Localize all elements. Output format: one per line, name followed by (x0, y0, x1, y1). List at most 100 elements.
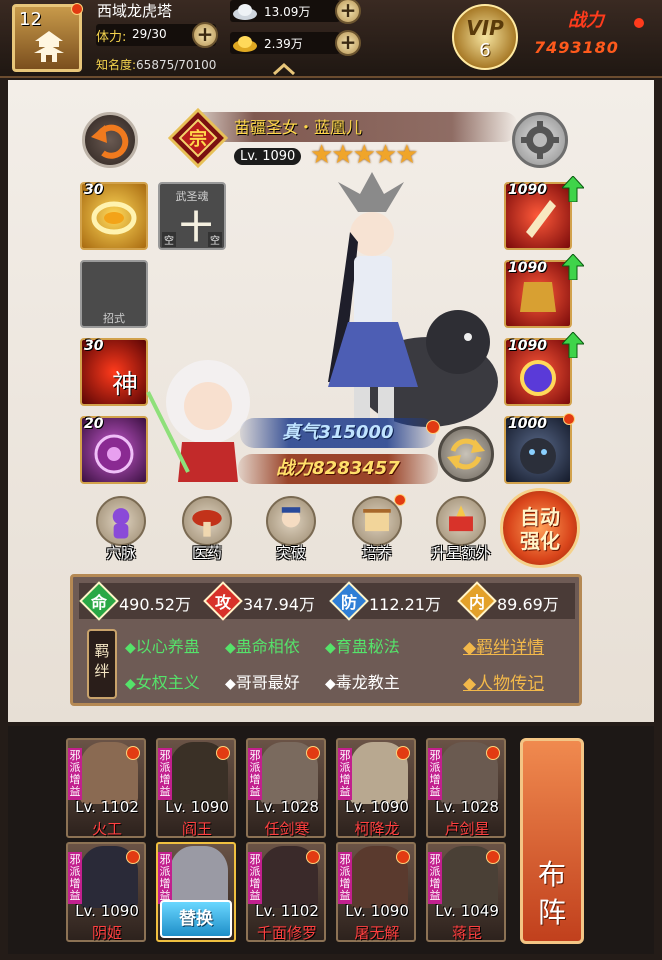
settings-button[interactable] (512, 112, 568, 168)
roster-card[interactable]: 邪派增益 Lv. 1090 柯降龙 (336, 738, 416, 838)
bond-item: ◆以心养蛊 (125, 637, 200, 656)
card-level: Lv. 1102 (75, 798, 139, 816)
add-stamina-button[interactable]: + (192, 22, 218, 48)
roster-card[interactable]: 邪派增益 Lv. 1090 屠无解 (336, 842, 416, 942)
chevron-up-icon[interactable] (272, 62, 296, 76)
roster-card[interactable]: 邪派增益 Lv. 1090 阴姬 (66, 842, 146, 942)
roster-card[interactable]: 邪派增益 Lv. 1102 千面修罗 (246, 842, 326, 942)
bond-item: ◆蛊命相依 (225, 637, 300, 656)
faction-tag: 邪派增益 (68, 852, 82, 904)
hero-stars: ★★★★★ (310, 140, 419, 170)
rank-badge-icon: 宗 (168, 108, 228, 168)
notification-dot (486, 746, 500, 760)
card-level: Lv. 1028 (255, 798, 319, 816)
stat-value: 347.94万 (243, 595, 315, 614)
silver-value: 13.09万 (264, 5, 311, 19)
scholar-icon (266, 496, 316, 546)
player-level-badge[interactable]: 12 (12, 3, 83, 72)
upgrade-arrow-icon (562, 254, 584, 280)
breakthrough-button[interactable]: 突破 (256, 496, 326, 566)
bond-label: 哥哥最好 (235, 673, 300, 692)
bond-details-link[interactable]: ◆羁绊详情 (463, 633, 544, 658)
stat-value: 112.21万 (369, 595, 441, 614)
power-label: 战力 (568, 10, 604, 31)
notification-dot (394, 494, 406, 506)
roster-card[interactable]: 邪派增益 Lv. 1102 火工 (66, 738, 146, 838)
bond-item: ◆育蛊秘法 (325, 637, 400, 656)
notification-dot (396, 850, 410, 864)
bond-label: 女权主义 (135, 673, 200, 692)
upgrade-arrow-icon (562, 332, 584, 358)
notification-dot (426, 420, 440, 434)
faction-tag: 邪派增益 (338, 748, 352, 800)
svg-text:宗: 宗 (189, 128, 207, 150)
card-name: 阴姬 (91, 924, 122, 942)
faction-tag: 邪派增益 (338, 852, 352, 904)
vip-label: VIP (466, 16, 504, 40)
bond-item: ◆女权主义 (125, 673, 200, 692)
faction-tag: 邪派增益 (158, 852, 172, 904)
gold-value: 2.39万 (264, 37, 303, 51)
notification-dot (126, 746, 140, 760)
faction-tag: 邪派增益 (248, 852, 262, 904)
card-name: 蒋昆 (451, 924, 482, 942)
mushroom-icon (182, 496, 232, 546)
medicine-button[interactable]: 医药 (172, 496, 242, 566)
swap-hero-button[interactable] (438, 426, 494, 482)
formation-button[interactable]: 布 阵 (520, 738, 584, 944)
replace-button[interactable]: 替换 (160, 900, 232, 938)
roster-card[interactable]: 邪派增益 Lv. 1028 卢剑星 (426, 738, 506, 838)
card-name: 屠无解 (354, 924, 400, 942)
right-slot-accessory[interactable]: 1090 (504, 332, 584, 406)
total-power: 战力 7493180 (530, 4, 652, 70)
hero-avatar (170, 846, 228, 908)
faction-tag: 邪派增益 (158, 748, 172, 800)
card-name: 柯降龙 (354, 820, 400, 838)
stat-char: 内 (468, 593, 485, 612)
add-silver-button[interactable]: + (335, 0, 361, 24)
gold-ingot-icon (233, 36, 257, 52)
notification-dot (486, 850, 500, 864)
bond-label: 毒龙教主 (335, 673, 400, 692)
back-button[interactable] (82, 112, 138, 168)
action-label: 培养 (361, 544, 392, 562)
stamina-value: 29/30 (132, 27, 167, 41)
right-slot-weapon[interactable]: 1090 (504, 176, 584, 250)
slot-level: 1000 (508, 416, 547, 432)
notification-dot (396, 746, 410, 760)
auto-strengthen-button[interactable]: 自动 强化 (500, 488, 580, 568)
back-arrow-icon (91, 124, 129, 159)
roster-card[interactable]: 邪派增益 Lv. 1049 蒋昆 (426, 842, 506, 942)
cultivate-button[interactable]: 培养 (342, 494, 412, 566)
notification-dot (126, 850, 140, 864)
faction-tag: 邪派增益 (68, 748, 82, 800)
meridian-button[interactable]: 穴脉 (86, 496, 156, 566)
bond-item: ◆哥哥最好 (225, 673, 300, 692)
hero-roster: 邪派增益 Lv. 1102 火工 邪派增益 Lv. 1090 阎王 邪派增益 L… (8, 726, 654, 954)
roster-card[interactable]: 邪派增益 Lv. 1028 任剑寒 (246, 738, 326, 838)
biography-link[interactable]: ◆人物传记 (463, 669, 544, 694)
stats-row: 命 490.52万 攻 347.94万 防 112.21万 内 89.69万 (79, 581, 575, 621)
right-slot-armor[interactable]: 1090 (504, 254, 584, 328)
power-value: 7493180 (534, 38, 619, 57)
roster-card[interactable]: 邪派增益 Lv. 1090 阎王 (156, 738, 236, 838)
add-gold-button[interactable]: + (335, 30, 361, 56)
stats-panel: 命 490.52万 攻 347.94万 防 112.21万 内 89.69万 羁… (70, 574, 582, 706)
notification-dot (563, 413, 575, 425)
stat-char: 攻 (214, 593, 231, 612)
slot-level: 1090 (508, 338, 547, 354)
player-level: 12 (19, 9, 42, 30)
fame-row: 知名度:65875/70100 (96, 56, 216, 73)
notification-dot (216, 746, 230, 760)
card-level: Lv. 1090 (165, 798, 229, 816)
roster-card-selected[interactable]: 邪派增益 替换 (156, 842, 236, 942)
location-label: 西域龙虎塔 (97, 2, 173, 20)
vip-badge[interactable]: VIP 6 (452, 4, 518, 70)
right-slot-beast[interactable]: 1000 (504, 413, 575, 484)
faction-tag: 邪派增益 (428, 748, 442, 800)
card-name: 火工 (91, 820, 122, 838)
star-upgrade-button[interactable]: 升星额外 (426, 496, 496, 566)
silver-ingot-icon (233, 4, 257, 20)
slot-level: 30 (84, 182, 104, 198)
card-name: 千面修罗 (256, 924, 317, 942)
